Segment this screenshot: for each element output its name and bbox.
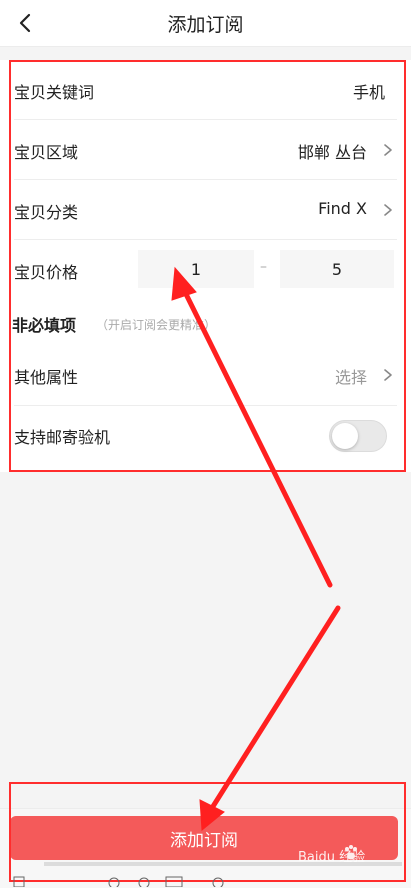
watermark-text: Baidu 经验 xyxy=(298,850,366,865)
arrow-to-button-line xyxy=(209,605,341,811)
arrow-to-price-line xyxy=(179,283,333,588)
annotation-arrows xyxy=(171,266,341,832)
system-navigation-hint xyxy=(13,876,224,887)
baidu-jingyan-watermark: Baidu 经验 xyxy=(298,842,398,868)
arrow-to-price-head xyxy=(171,266,197,301)
